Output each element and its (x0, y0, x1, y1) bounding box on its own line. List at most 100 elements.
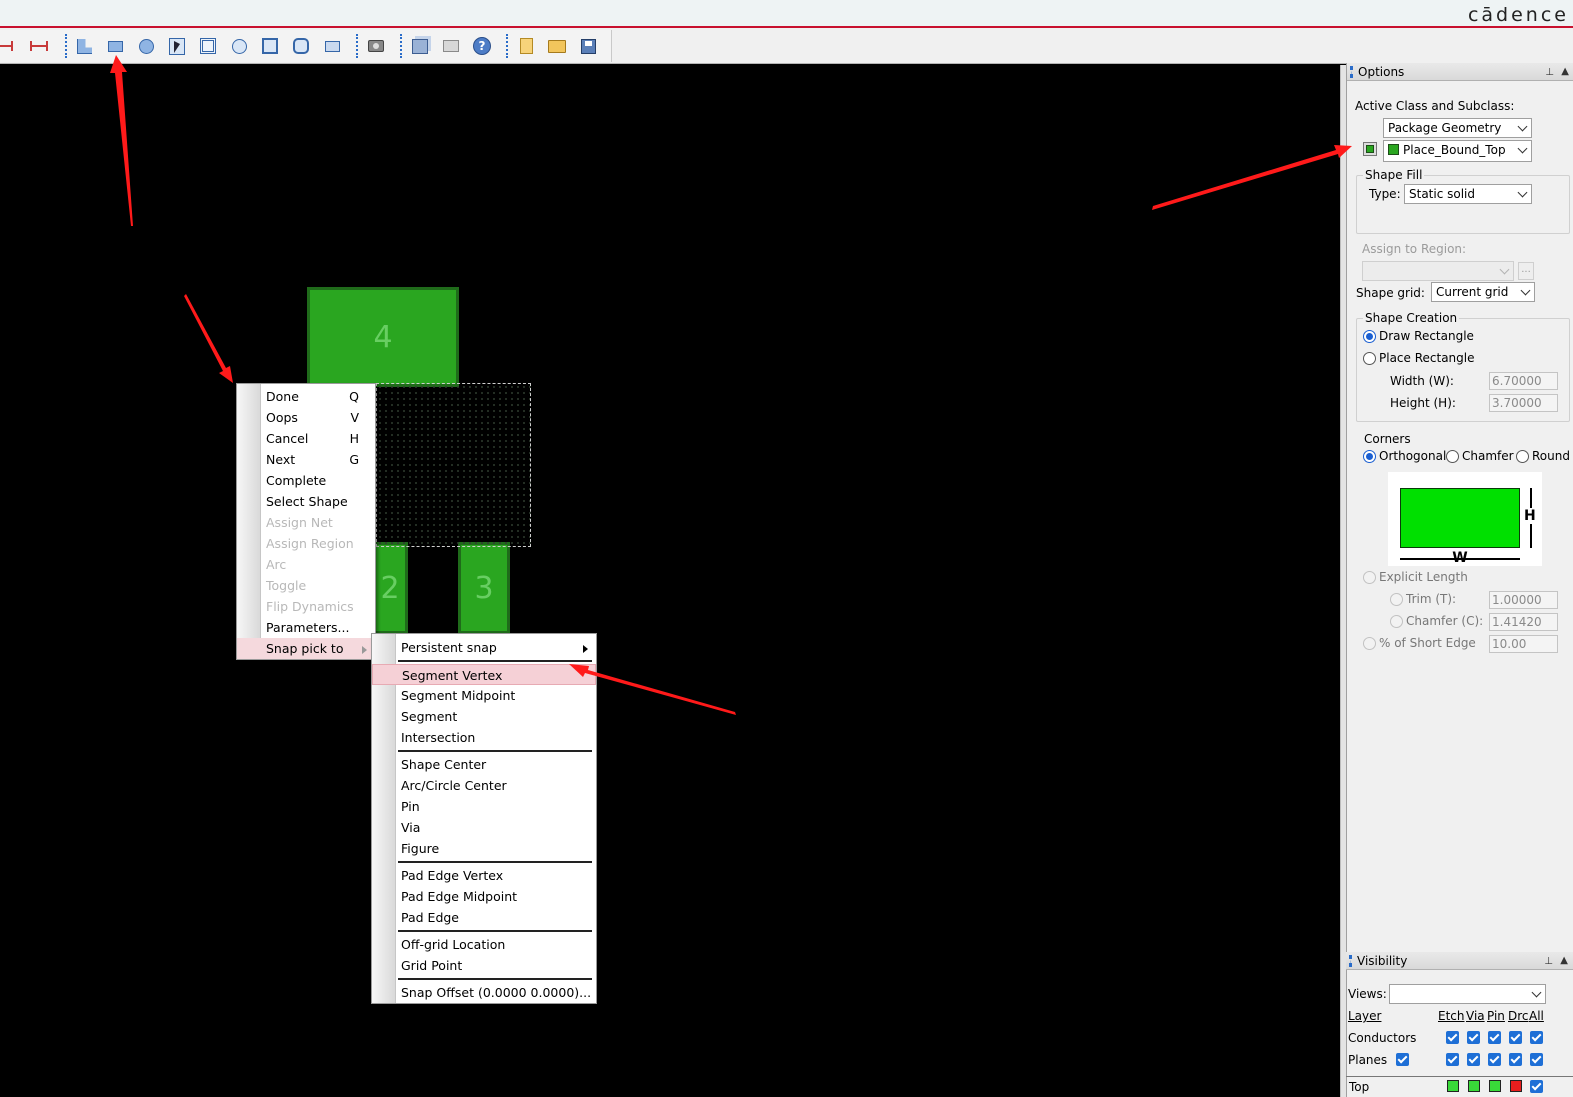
design-canvas[interactable]: 4 2 3 (0, 65, 1340, 1097)
via-header[interactable]: Via (1466, 1009, 1485, 1023)
conductors-drc-checkbox[interactable] (1509, 1031, 1522, 1044)
planes-pin-checkbox[interactable] (1488, 1053, 1501, 1066)
square-icon[interactable] (258, 34, 282, 58)
void-circle-icon[interactable] (289, 34, 313, 58)
chevron-down-icon (1517, 121, 1528, 132)
views-label: Views: (1348, 987, 1387, 1001)
grip-icon[interactable] (1349, 955, 1352, 967)
chamfer-radio[interactable] (1446, 450, 1459, 463)
short-edge-label: % of Short Edge (1379, 636, 1476, 650)
menu-item-pad-edge-vertex[interactable]: Pad Edge Vertex (372, 865, 596, 886)
pad-4[interactable]: 4 (307, 287, 459, 387)
pin-icon[interactable]: ⊥ (1544, 953, 1553, 971)
collapse-icon[interactable]: ▲ (1560, 952, 1568, 970)
menu-item-pad-edge[interactable]: Pad Edge (372, 907, 596, 928)
conductors-etch-checkbox[interactable] (1446, 1031, 1459, 1044)
planes-all-checkbox[interactable] (1530, 1053, 1543, 1066)
save-icon[interactable] (576, 34, 600, 58)
l-shape-icon[interactable] (72, 34, 96, 58)
allegro-window: cādence ? 4 2 3 Done Q Oops V Cancel H N… (0, 0, 1573, 1097)
menu-item-parameters[interactable]: Parameters... (237, 617, 375, 638)
menu-item-cancel[interactable]: Cancel H (237, 428, 375, 449)
height-field[interactable]: 3.70000 (1489, 394, 1558, 412)
pin-header[interactable]: Pin (1487, 1009, 1505, 1023)
trim-radio (1390, 593, 1403, 606)
menu-item-intersection[interactable]: Intersection (372, 727, 596, 748)
rectangle-icon[interactable] (103, 34, 127, 58)
menu-item-persistent-snap[interactable]: Persistent snap (372, 637, 596, 658)
circle-icon[interactable] (134, 34, 158, 58)
grip-icon[interactable] (1350, 66, 1353, 78)
collapse-icon[interactable]: ▲ (1561, 63, 1569, 81)
menu-item-select-shape[interactable]: Select Shape (237, 491, 375, 512)
planes-via-checkbox[interactable] (1467, 1053, 1480, 1066)
pin-icon[interactable]: ⊥ (1545, 64, 1554, 82)
camera-icon[interactable] (364, 34, 388, 58)
stack-icon[interactable] (408, 34, 432, 58)
etch-header[interactable]: Etch (1438, 1009, 1465, 1023)
fill-type-dropdown[interactable]: Static solid (1404, 184, 1532, 204)
menu-item-next[interactable]: Next G (237, 449, 375, 470)
help-icon[interactable]: ? (470, 34, 494, 58)
top-etch-color[interactable] (1447, 1080, 1459, 1092)
width-field[interactable]: 6.70000 (1489, 372, 1558, 390)
envelope-icon[interactable] (439, 34, 463, 58)
title-bar: cādence (0, 0, 1573, 28)
menu-item-pin[interactable]: Pin (372, 796, 596, 817)
rectangle-preview (376, 383, 531, 547)
menu-item-snap-offset[interactable]: Snap Offset (0.0000 0.0000)... (372, 982, 596, 1003)
top-pin-color[interactable] (1489, 1080, 1501, 1092)
draw-rectangle-label: Draw Rectangle (1379, 329, 1474, 343)
top-all-checkbox[interactable] (1530, 1080, 1543, 1093)
conductors-all-checkbox[interactable] (1530, 1031, 1543, 1044)
subclass-color-button[interactable] (1363, 142, 1377, 156)
round-radio[interactable] (1516, 450, 1529, 463)
menu-item-segment[interactable]: Segment (372, 706, 596, 727)
chevron-down-icon (1499, 264, 1510, 275)
pad-3[interactable]: 3 (458, 542, 510, 634)
views-dropdown[interactable] (1389, 984, 1546, 1004)
layer-header: Layer (1348, 1009, 1382, 1023)
menu-item-oops[interactable]: Oops V (237, 407, 375, 428)
conductors-via-checkbox[interactable] (1467, 1031, 1480, 1044)
menu-item-via[interactable]: Via (372, 817, 596, 838)
menu-item-grid-point[interactable]: Grid Point (372, 955, 596, 976)
class-dropdown[interactable]: Package Geometry (1383, 118, 1532, 138)
open-folder-icon[interactable] (545, 34, 569, 58)
menu-item-segment-vertex[interactable]: Segment Vertex (372, 664, 596, 685)
subclass-dropdown[interactable]: Place_Bound_Top (1383, 140, 1532, 162)
planes-checkbox[interactable] (1396, 1053, 1409, 1066)
menu-item-figure[interactable]: Figure (372, 838, 596, 859)
shape-frame-icon[interactable] (320, 34, 344, 58)
round-label: Round (1532, 449, 1570, 463)
draw-rectangle-radio[interactable] (1363, 330, 1376, 343)
shape-void-icon[interactable] (227, 34, 251, 58)
menu-item-segment-midpoint[interactable]: Segment Midpoint (372, 685, 596, 706)
dimension-icon[interactable] (27, 34, 51, 58)
conductors-label: Conductors (1348, 1031, 1417, 1045)
select-shape-icon[interactable] (165, 34, 189, 58)
drc-header[interactable]: Drc (1508, 1009, 1529, 1023)
menu-item-done[interactable]: Done Q (237, 386, 375, 407)
planes-drc-checkbox[interactable] (1509, 1053, 1522, 1066)
planes-etch-checkbox[interactable] (1446, 1053, 1459, 1066)
menu-item-off-grid-location[interactable]: Off-grid Location (372, 934, 596, 955)
menu-item-pad-edge-midpoint[interactable]: Pad Edge Midpoint (372, 886, 596, 907)
all-header[interactable]: All (1529, 1009, 1544, 1023)
top-drc-color[interactable] (1510, 1080, 1522, 1092)
pad-2[interactable]: 2 (372, 542, 408, 634)
shape-edit-icon[interactable] (196, 34, 220, 58)
place-rectangle-radio[interactable] (1363, 352, 1376, 365)
orthogonal-radio[interactable] (1363, 450, 1376, 463)
shape-grid-dropdown[interactable]: Current grid (1431, 282, 1535, 302)
menu-item-complete[interactable]: Complete (237, 470, 375, 491)
conductors-pin-checkbox[interactable] (1488, 1031, 1501, 1044)
menu-item-arc-circle-center[interactable]: Arc/Circle Center (372, 775, 596, 796)
new-file-icon[interactable] (514, 34, 538, 58)
chamfer-length-label: Chamfer (C): (1406, 614, 1484, 628)
dimension-icon[interactable] (0, 34, 16, 58)
top-via-color[interactable] (1468, 1080, 1480, 1092)
menu-item-shape-center[interactable]: Shape Center (372, 754, 596, 775)
active-class-label: Active Class and Subclass: (1355, 99, 1515, 113)
menu-item-snap-pick-to[interactable]: Snap pick to (237, 638, 375, 659)
